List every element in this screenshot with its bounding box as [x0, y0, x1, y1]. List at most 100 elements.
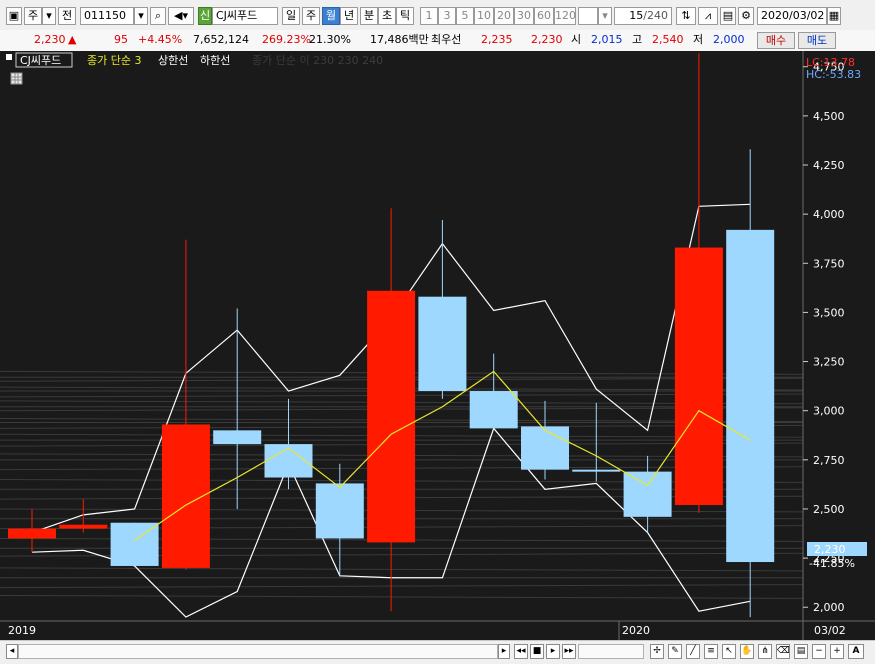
- interval-3[interactable]: 3: [438, 7, 456, 25]
- tab-second[interactable]: 초: [378, 7, 396, 25]
- interval-20[interactable]: 20: [494, 7, 514, 25]
- minus-icon[interactable]: −: [812, 644, 826, 659]
- volume: 7,652,124: [193, 33, 249, 46]
- code-dropdown-icon[interactable]: ▾: [134, 7, 148, 25]
- first-icon[interactable]: ◂◂: [514, 644, 528, 659]
- tab-monthly[interactable]: 월: [322, 7, 340, 25]
- interval-30[interactable]: 30: [514, 7, 534, 25]
- background-line: [0, 594, 804, 599]
- eraser-icon[interactable]: ⌫: [776, 644, 790, 659]
- up-arrow-icon: ▲: [68, 33, 77, 46]
- current-price: 2,230: [34, 33, 66, 46]
- turnover-rate: 21.30%: [309, 33, 351, 46]
- volume-ratio: 269.23%: [262, 33, 311, 46]
- save-icon[interactable]: ▤: [720, 7, 736, 25]
- pencil-icon[interactable]: ✎: [668, 644, 682, 659]
- y-tick-label: 4,000: [813, 208, 845, 221]
- y-tick-label: 4,500: [813, 110, 845, 123]
- trash-icon[interactable]: ▤: [794, 644, 808, 659]
- tab-tick[interactable]: 틱: [396, 7, 414, 25]
- candle-body: [59, 524, 108, 529]
- crosshair-icon[interactable]: ✢: [650, 644, 664, 659]
- compare-icon[interactable]: ⇅: [676, 7, 696, 25]
- x-label-2019: 2019: [8, 624, 36, 637]
- text-tool-icon[interactable]: A: [848, 644, 864, 659]
- tab-weekly[interactable]: 주: [302, 7, 320, 25]
- buy-button[interactable]: 매수: [757, 32, 795, 49]
- window-icon[interactable]: ▣: [6, 7, 22, 25]
- scroll-left-icon[interactable]: ◂: [6, 644, 18, 659]
- plus-icon[interactable]: +: [830, 644, 844, 659]
- magnet-icon[interactable]: ⋔: [758, 644, 772, 659]
- price-tag-pct: -41.85%: [809, 557, 855, 570]
- candles: [8, 52, 775, 618]
- interval-120[interactable]: 120: [554, 7, 576, 25]
- legend-name[interactable]: CJ씨푸드: [20, 54, 61, 67]
- count-field[interactable]: 15/240: [614, 7, 672, 25]
- next-icon[interactable]: ▸: [546, 644, 560, 659]
- calendar-icon[interactable]: ▦: [827, 7, 841, 25]
- candle-body: [469, 391, 518, 429]
- prev-button[interactable]: 전: [58, 7, 76, 25]
- high-price: 2,540: [652, 33, 684, 46]
- interval-10[interactable]: 10: [474, 7, 494, 25]
- scrollbar-track[interactable]: [18, 644, 498, 659]
- y-tick-label: 4,250: [813, 159, 845, 172]
- x-label-2020: 2020: [622, 624, 650, 637]
- candle-body: [572, 469, 621, 472]
- chart-area: 2,000 2,250 2,500 2,750 3,000 3,250 3,500 3,750…: [0, 51, 875, 640]
- best-ask: 2,235: [481, 33, 513, 46]
- candlestick-chart[interactable]: 2,0002,2502,5002,7503,0003,2503,5003,750…: [0, 51, 875, 640]
- y-tick-label: 3,750: [813, 257, 845, 270]
- count-total: /240: [643, 9, 668, 22]
- interval-1[interactable]: 1: [420, 7, 438, 25]
- new-badge: 신: [198, 7, 212, 25]
- candle-body: [8, 528, 56, 539]
- hand-icon[interactable]: ✋: [740, 644, 754, 659]
- chevron-down-icon[interactable]: ▾: [42, 7, 56, 25]
- code-input[interactable]: 011150: [80, 7, 134, 25]
- legend-ma[interactable]: 종가 단순 3: [87, 54, 141, 67]
- indicator-icon[interactable]: ⩘: [698, 7, 718, 25]
- background-line: [0, 567, 804, 572]
- gear-icon[interactable]: ⚙: [738, 7, 754, 25]
- date-end-label: 03/02: [814, 624, 846, 637]
- interval-custom-input[interactable]: [578, 7, 598, 25]
- date-field[interactable]: 2020/03/02: [757, 7, 827, 25]
- tab-daily[interactable]: 일: [282, 7, 300, 25]
- scroll-right-icon[interactable]: ▸: [498, 644, 510, 659]
- stock-name-field[interactable]: CJ씨푸드: [212, 7, 278, 25]
- stop-icon[interactable]: ■: [530, 644, 544, 659]
- legend-upper[interactable]: 상한선: [158, 54, 188, 67]
- search-icon[interactable]: ⌕: [150, 7, 166, 25]
- high-label: 고: [632, 33, 643, 46]
- y-tick-label: 3,500: [813, 306, 845, 319]
- cursor-icon[interactable]: ↖: [722, 644, 736, 659]
- interval-60[interactable]: 60: [534, 7, 554, 25]
- sell-button[interactable]: 매도: [798, 32, 836, 49]
- hc-readout: HC:-53.83: [806, 68, 861, 81]
- interval-dropdown-icon[interactable]: ▾: [598, 7, 612, 25]
- tab-minute[interactable]: 분: [360, 7, 378, 25]
- y-tick-label: 2,000: [813, 601, 845, 614]
- quote-bar: 2,230 ▲ 95 +4.45% 7,652,124 269.23% 21.3…: [0, 30, 875, 52]
- interval-5[interactable]: 5: [456, 7, 474, 25]
- best-price-label: 최우선: [431, 33, 462, 46]
- grid-icon[interactable]: [10, 72, 23, 85]
- open-label: 시: [571, 33, 582, 46]
- candle-body: [521, 426, 569, 470]
- candle-body: [418, 296, 467, 392]
- count-value: 15: [629, 9, 644, 22]
- fib-icon[interactable]: ≡: [704, 644, 718, 659]
- last-icon[interactable]: ▸▸: [562, 644, 576, 659]
- zoom-slider[interactable]: [578, 644, 644, 659]
- line-tool-icon[interactable]: ╱: [686, 644, 700, 659]
- price-tag-value: 2,230: [814, 543, 846, 556]
- price-change-pct: +4.45%: [138, 33, 183, 46]
- candle-body: [726, 229, 775, 563]
- speaker-icon[interactable]: ◀▾: [168, 7, 194, 25]
- tab-yearly[interactable]: 년: [340, 7, 358, 25]
- type-select[interactable]: 주: [24, 7, 42, 25]
- low-label: 저: [693, 33, 704, 46]
- legend-lower[interactable]: 하한선: [200, 53, 230, 67]
